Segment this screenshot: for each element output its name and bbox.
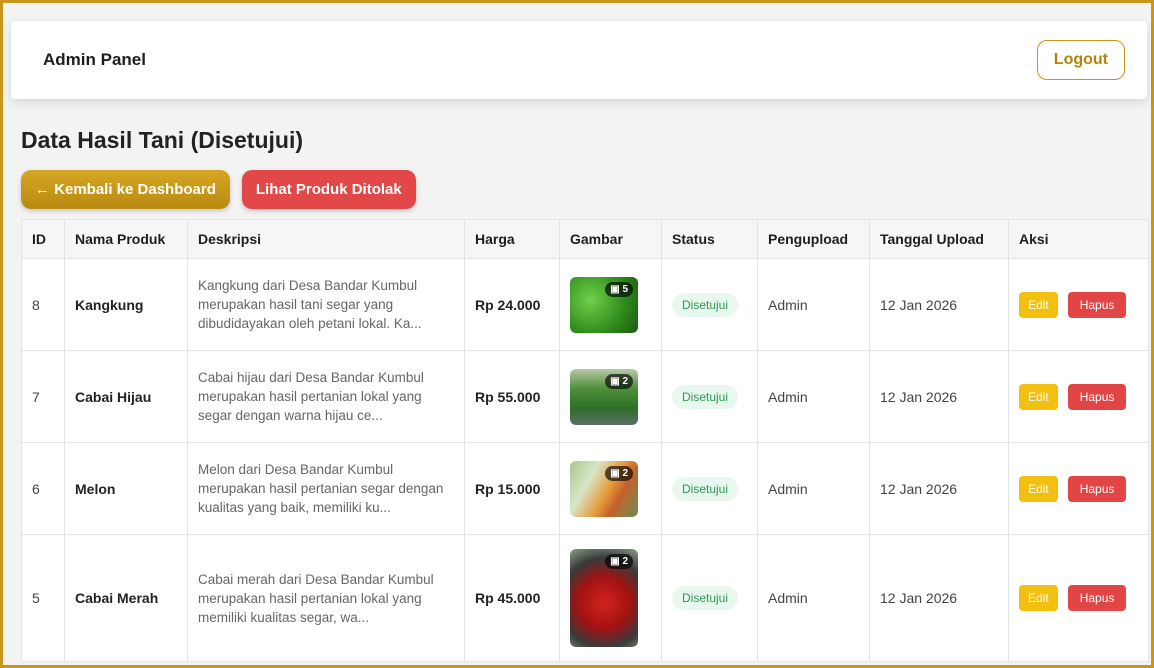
cell-name: Cabai Hijau [64, 350, 188, 443]
header-status: Status [661, 219, 758, 259]
status-badge: Disetujui [672, 476, 739, 501]
image-count: 2 [622, 375, 628, 387]
brand-title: Admin Panel [43, 50, 146, 69]
logout-button[interactable]: Logout [1036, 40, 1125, 80]
table-row: 8 Kangkung Kangkung dari Desa Bandar Kum… [21, 258, 1149, 351]
product-thumbnail[interactable]: ▣ 5 [570, 276, 638, 333]
cell-uploader: Admin [757, 258, 870, 351]
image-icon: ▣ [610, 375, 620, 387]
header-uploader: Pengupload [757, 219, 870, 259]
status-badge: Disetujui [672, 292, 739, 317]
description-line: kualitas yang baik, memiliki ku... [198, 500, 391, 515]
delete-button[interactable]: Hapus [1067, 291, 1127, 318]
cell-date: 12 Jan 2026 [869, 442, 1009, 535]
image-count-badge: ▣ 2 [605, 554, 633, 569]
cell-actions: Edit Hapus [1008, 350, 1149, 443]
image-count-badge: ▣ 2 [605, 373, 633, 389]
cell-name: Melon [64, 442, 188, 535]
image-count-badge: ▣ 5 [605, 281, 633, 297]
cell-price: Rp 15.000 [464, 442, 560, 535]
cell-name: Kangkung [64, 258, 188, 351]
cell-id: 8 [21, 258, 65, 351]
cell-status: Disetujui [661, 350, 758, 443]
image-count: 2 [622, 556, 628, 567]
navbar: Admin Panel Logout [11, 21, 1147, 99]
cell-date: 12 Jan 2026 [869, 258, 1009, 351]
image-count-badge: ▣ 2 [605, 465, 633, 481]
header-description: Deskripsi [187, 219, 465, 259]
edit-button[interactable]: Edit [1019, 585, 1058, 611]
header-price: Harga [464, 219, 560, 259]
delete-button[interactable]: Hapus [1067, 585, 1127, 611]
cell-price: Rp 55.000 [464, 350, 560, 443]
cell-status: Disetujui [661, 258, 758, 351]
product-thumbnail[interactable]: ▣ 2 [570, 549, 638, 647]
product-thumbnail[interactable]: ▣ 2 [570, 460, 638, 517]
description-line: segar dengan warna hijau ce... [198, 408, 383, 423]
image-icon: ▣ [610, 467, 620, 479]
cell-date: 12 Jan 2026 [869, 350, 1009, 443]
cell-uploader: Admin [757, 534, 870, 662]
edit-button[interactable]: Edit [1019, 383, 1058, 410]
status-badge: Disetujui [672, 384, 739, 409]
description-line: Melon dari Desa Bandar Kumbul [198, 462, 394, 477]
cell-actions: Edit Hapus [1008, 534, 1149, 662]
description-line: Kangkung dari Desa Bandar Kumbul [198, 278, 418, 293]
header-image: Gambar [559, 219, 662, 259]
description-line: merupakan hasil pertanian lokal yang [198, 389, 422, 404]
edit-button[interactable]: Edit [1019, 291, 1058, 318]
cell-id: 5 [21, 534, 65, 662]
cell-actions: Edit Hapus [1008, 442, 1149, 535]
table-row: 7 Cabai Hijau Cabai hijau dari Desa Band… [21, 350, 1149, 443]
cell-id: 6 [21, 442, 65, 535]
cell-price: Rp 45.000 [464, 534, 560, 662]
cell-status: Disetujui [661, 442, 758, 535]
cell-uploader: Admin [757, 350, 870, 443]
back-to-dashboard-button[interactable]: ← Kembali ke Dashboard [21, 170, 230, 209]
cell-image: ▣ 2 [559, 534, 662, 662]
header-id: ID [21, 219, 65, 259]
cell-price: Rp 24.000 [464, 258, 560, 351]
delete-button[interactable]: Hapus [1067, 383, 1127, 410]
cell-name: Cabai Merah [64, 534, 188, 662]
table-row: 5 Cabai Merah Cabai merah dari Desa Band… [21, 534, 1149, 662]
description-line: Cabai hijau dari Desa Bandar Kumbul [198, 370, 424, 385]
table-header: ID Nama Produk Deskripsi Harga Gambar St… [21, 219, 1149, 259]
edit-button[interactable]: Edit [1019, 475, 1058, 502]
cell-uploader: Admin [757, 442, 870, 535]
cell-image: ▣ 2 [559, 442, 662, 535]
cell-date: 12 Jan 2026 [869, 534, 1009, 662]
cell-id: 7 [21, 350, 65, 443]
image-count: 5 [622, 283, 628, 295]
cell-description: Cabai merah dari Desa Bandar Kumbul meru… [187, 534, 465, 662]
cell-status: Disetujui [661, 534, 758, 662]
cell-description: Kangkung dari Desa Bandar Kumbul merupak… [187, 258, 465, 351]
page: Admin Panel Logout Data Hasil Tani (Dise… [3, 3, 1151, 662]
description-line: dibudidayakan oleh petani lokal. Ka... [198, 316, 422, 331]
image-count: 2 [622, 467, 628, 479]
page-title: Data Hasil Tani (Disetujui) [21, 127, 304, 153]
header-name: Nama Produk [64, 219, 188, 259]
delete-button[interactable]: Hapus [1067, 475, 1127, 502]
cell-image: ▣ 2 [559, 350, 662, 443]
header-upload-date: Tanggal Upload [869, 219, 1009, 259]
cell-description: Melon dari Desa Bandar Kumbul merupakan … [187, 442, 465, 535]
status-badge: Disetujui [672, 586, 739, 610]
cell-actions: Edit Hapus [1008, 258, 1149, 351]
cell-image: ▣ 5 [559, 258, 662, 351]
products-table: ID Nama Produk Deskripsi Harga Gambar St… [21, 219, 1149, 662]
product-thumbnail[interactable]: ▣ 2 [570, 368, 638, 425]
table-row: 6 Melon Melon dari Desa Bandar Kumbul me… [21, 442, 1149, 535]
description-line: merupakan hasil tani segar yang [198, 297, 394, 312]
image-icon: ▣ [610, 283, 620, 295]
description-line: merupakan hasil pertanian segar dengan [198, 481, 444, 496]
view-rejected-button[interactable]: Lihat Produk Ditolak [241, 170, 416, 209]
image-icon: ▣ [610, 556, 620, 567]
header-actions: Aksi [1008, 219, 1149, 259]
cell-description: Cabai hijau dari Desa Bandar Kumbul meru… [187, 350, 465, 443]
description-line: memiliki kualitas segar, wa... [198, 609, 370, 625]
page-actions: ← Kembali ke Dashboard Lihat Produk Dito… [21, 170, 1143, 209]
description-line: Cabai merah dari Desa Bandar Kumbul [198, 571, 434, 587]
description-line: merupakan hasil pertanian lokal yang [198, 590, 422, 606]
